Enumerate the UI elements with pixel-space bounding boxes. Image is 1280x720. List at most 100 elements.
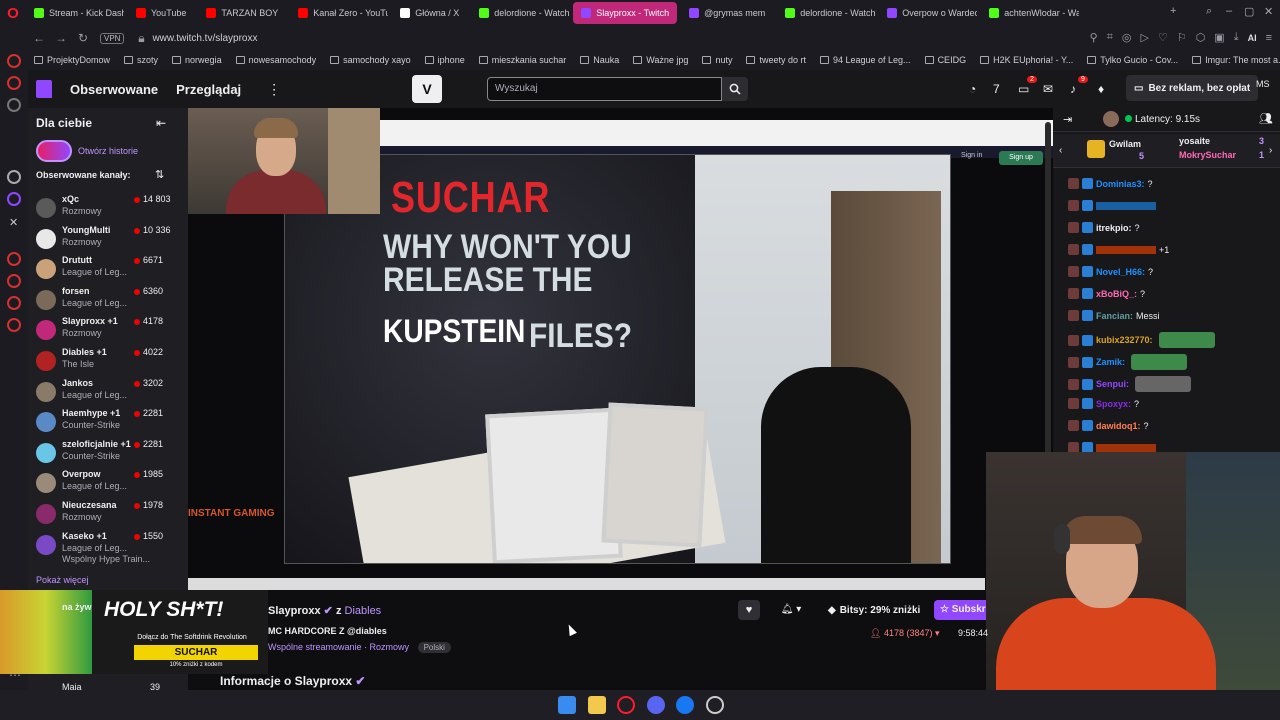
extensions-puzzle-icon[interactable]: ⬡	[1196, 31, 1206, 44]
bookmark-item[interactable]: Ważne jpg	[633, 55, 688, 65]
menu-icon[interactable]: ≡	[1266, 32, 1272, 44]
chat-message[interactable]: xBoBiQ_:?	[1068, 288, 1145, 299]
bookmarks-icon[interactable]	[7, 98, 21, 112]
forward-icon[interactable]: →	[50, 31, 72, 45]
chat-username[interactable]: dawidoq1:	[1096, 421, 1141, 431]
more-options-icon[interactable]: ⋮	[267, 81, 281, 98]
chat-username[interactable]: Novel_H66:	[1096, 267, 1145, 277]
partner-link[interactable]: Diables	[345, 605, 382, 617]
vpn-badge[interactable]: VPN	[100, 32, 125, 44]
browser-tab[interactable]: delordione - Watch	[471, 2, 569, 24]
gift-user-1[interactable]: Gwilam	[1109, 139, 1141, 149]
history-icon[interactable]	[7, 252, 21, 266]
followed-channel[interactable]: Nieuczesana Rozmowy 1978	[36, 500, 176, 528]
followed-channel[interactable]: Drututt League of Leg... 6671	[36, 255, 176, 283]
bookmark-icon[interactable]: ⚐	[1177, 31, 1187, 44]
start-icon[interactable]	[558, 696, 576, 714]
bookmark-item[interactable]: samochody xayo	[330, 55, 411, 65]
prev-arrow-icon[interactable]: ‹	[1059, 145, 1062, 156]
whispers-icon[interactable]: ✉	[1043, 82, 1053, 96]
chat-message[interactable]	[1068, 200, 1159, 211]
search-input[interactable]: Wyszukaj	[487, 77, 722, 101]
gift-user-3[interactable]: MokrySuchar	[1179, 150, 1236, 160]
browser-tab[interactable]: Slayproxx - Twitch	[573, 2, 678, 24]
whatsapp-icon[interactable]	[7, 76, 21, 90]
chat-message[interactable]: +1	[1068, 244, 1169, 255]
bookmark-item[interactable]: nowesamochody	[235, 55, 316, 65]
followed-channel[interactable]: xQc Rozmowy 14 803	[36, 194, 176, 222]
chat-message[interactable]: Spoxyx:?	[1068, 398, 1139, 409]
chat-username[interactable]: Zamik:	[1096, 357, 1125, 367]
url-field[interactable]: www.twitch.tv/slayproxx	[152, 33, 257, 44]
wallet-icon[interactable]: ▣	[1214, 31, 1224, 44]
ai-label[interactable]: AI	[1248, 33, 1257, 43]
heart-icon[interactable]: ♡	[1158, 31, 1168, 44]
chat-message[interactable]: Fancian: Messi	[1068, 310, 1160, 321]
nav-following[interactable]: Obserwowane	[70, 82, 158, 97]
facebook-icon[interactable]	[676, 696, 694, 714]
browser-tab[interactable]: Kanał Zero - YouTu	[290, 2, 388, 24]
reload-icon[interactable]: ↻	[72, 31, 94, 45]
followed-channel[interactable]: Haemhype +1 Counter-Strike 2281	[36, 408, 176, 436]
bookmark-item[interactable]: ProjektyDomow	[34, 55, 110, 65]
pin-icon[interactable]: ⚲	[1090, 31, 1098, 44]
bookmark-item[interactable]: Tylko Gucio - Cov...	[1087, 55, 1178, 65]
followed-channel[interactable]: Diables +1 The Isle 4022	[36, 347, 176, 375]
followed-channel[interactable]: forsen League of Leg... 6360	[36, 286, 176, 314]
chat-username[interactable]	[1096, 201, 1156, 210]
crown-icon[interactable]: ♦	[1098, 82, 1104, 96]
messenger-icon[interactable]	[7, 54, 21, 68]
sidebar-settings-icon[interactable]	[7, 318, 21, 332]
download-icon[interactable]: ⤓	[1234, 31, 1239, 44]
language-tag[interactable]: Polski	[417, 642, 451, 653]
chat-username[interactable]: Dominias3:	[1096, 179, 1145, 189]
streamer-name[interactable]: Slayproxx	[268, 605, 321, 617]
bookmark-item[interactable]: tweety do rt	[746, 55, 806, 65]
bookmark-item[interactable]: 94 League of Leg...	[819, 55, 911, 65]
new-tab-icon[interactable]: +	[1170, 5, 1176, 17]
search-button[interactable]	[722, 77, 748, 101]
bookmark-item[interactable]: mieszkania suchar	[478, 55, 566, 65]
notifications-bell-button[interactable]: 🔔︎ ▾	[774, 600, 808, 620]
chat-message[interactable]: itrekpio:?	[1068, 222, 1140, 233]
camera-icon[interactable]: ◎	[1122, 31, 1132, 44]
bookmark-item[interactable]: H2K EUphoria! - Y...	[980, 55, 1073, 65]
nav-browse[interactable]: Przeglądaj	[176, 82, 241, 97]
next-arrow-icon[interactable]: ›	[1269, 145, 1272, 156]
collapse-sidebar-icon[interactable]: ⇤	[156, 116, 166, 130]
followed-channel[interactable]: Slayproxx +1 Rozmowy 4178	[36, 316, 176, 344]
extensions-icon[interactable]	[7, 296, 21, 310]
bookmark-item[interactable]: Imgur: The most a...	[1192, 55, 1280, 65]
followed-channel[interactable]: Kaseko +1 League of Leg... 1550 Wspólny Hyp…	[36, 531, 176, 564]
browser-tab[interactable]: Overpow o Wardec	[879, 2, 977, 24]
chat-username[interactable]: Fancian:	[1096, 311, 1133, 321]
screenshot-icon[interactable]: ⌗	[1107, 31, 1113, 44]
browser-tab[interactable]: @grymas mem	[681, 2, 773, 24]
users-icon[interactable]: 👥︎	[1259, 112, 1273, 125]
ad-overlay[interactable]: na żyw HOLY SH*T! Dołącz do The Softdrin…	[0, 590, 268, 674]
stats-icon[interactable]: ◔	[969, 82, 976, 96]
chat-message[interactable]: kubix232770:	[1068, 332, 1215, 348]
browser-tab[interactable]: YouTube	[128, 2, 194, 24]
chat-message[interactable]: Zamik:	[1068, 354, 1188, 370]
twitch-logo-icon[interactable]	[36, 80, 52, 98]
maximize-icon[interactable]: ▢	[1244, 5, 1254, 18]
bookmark-item[interactable]: nuty	[702, 55, 732, 65]
file-explorer-icon[interactable]	[588, 696, 606, 714]
back-icon[interactable]: ←	[28, 31, 50, 45]
category-link[interactable]: Wspólne streamowanie · Rozmowy	[268, 642, 409, 652]
browser-tab[interactable]: achtenWlodar - Wa	[981, 2, 1079, 24]
followed-channel[interactable]: YoungMulti Rozmowy 10 336	[36, 225, 176, 253]
chat-username[interactable]: kubix232770:	[1096, 335, 1153, 345]
chat-message[interactable]: dawidoq1:?	[1068, 420, 1149, 431]
bookmark-item[interactable]: Nauka	[580, 55, 619, 65]
close-window-icon[interactable]: ✕	[1264, 5, 1273, 18]
user-avatar[interactable]: MS	[1256, 79, 1276, 99]
chat-message[interactable]: Senpui:	[1068, 376, 1191, 392]
followed-channel[interactable]: Overpow League of Leg... 1985	[36, 469, 176, 497]
browser-tab[interactable]: Główna / X	[392, 2, 467, 24]
bookmark-item[interactable]: CEIDG	[924, 55, 966, 65]
bookmark-item[interactable]: norwegia	[172, 55, 222, 65]
sevenTV-icon[interactable]: 7	[993, 82, 1000, 96]
followed-channel[interactable]: Jankos League of Leg... 3202	[36, 378, 176, 406]
